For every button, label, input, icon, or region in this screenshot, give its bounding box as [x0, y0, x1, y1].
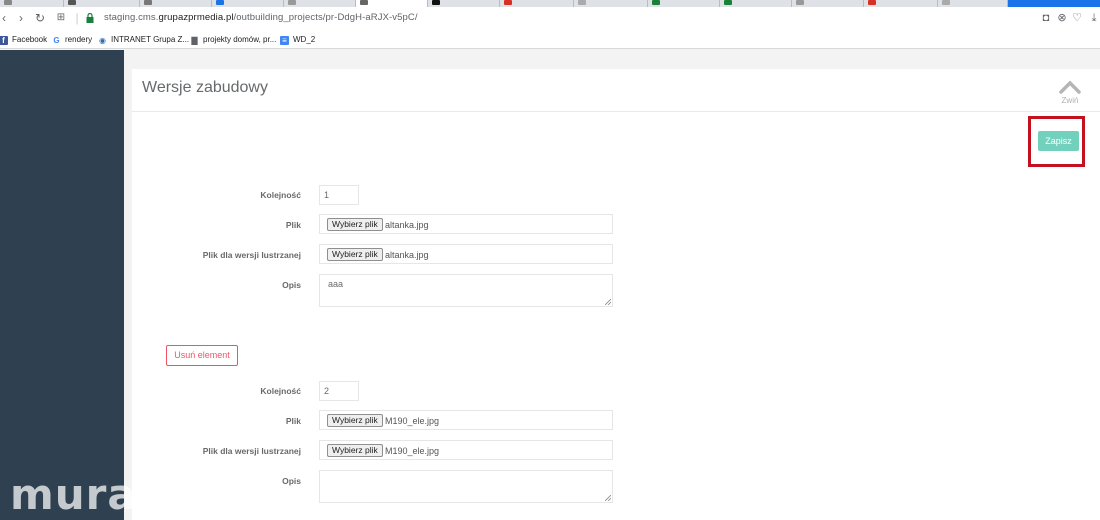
- panel-header: Wersje zabudowy Zwiń: [132, 69, 1100, 112]
- choose-file-button[interactable]: Wybierz plik: [327, 218, 383, 231]
- description-label: Opis: [282, 280, 301, 290]
- intranet-icon: ◉: [99, 36, 106, 45]
- file-name: altanka.jpg: [385, 250, 429, 260]
- bookmark-label: INTRANET Grupa Z...: [111, 35, 190, 44]
- mirror-file-input[interactable]: Wybierz plik M190_ele.jpg: [319, 440, 613, 460]
- remove-element-button[interactable]: Usuń element: [166, 345, 238, 366]
- browser-tab[interactable]: [864, 0, 938, 7]
- file-input[interactable]: Wybierz plik M190_ele.jpg: [319, 410, 613, 430]
- browser-tab[interactable]: [64, 0, 140, 7]
- bookmark-intranet[interactable]: ◉ INTRANET Grupa Z...: [98, 33, 189, 46]
- mirror-file-input[interactable]: Wybierz plik altanka.jpg: [319, 244, 613, 264]
- browser-tab[interactable]: [0, 0, 64, 7]
- description-label: Opis: [282, 476, 301, 486]
- url-field[interactable]: staging.cms.grupazprmedia.pl/outbuilding…: [104, 12, 418, 23]
- bookmark-label: WD_2: [293, 35, 316, 44]
- bookmark-rendery[interactable]: Grendery: [52, 33, 92, 46]
- browser-tab[interactable]: [938, 0, 1008, 7]
- url-prefix: staging.cms.: [104, 12, 159, 23]
- file-name: altanka.jpg: [385, 220, 429, 230]
- camera-icon[interactable]: ◘: [1040, 12, 1052, 24]
- file-label: Plik: [285, 220, 301, 230]
- google-icon: G: [53, 36, 60, 45]
- document-icon: ▇: [191, 36, 198, 45]
- bookmark-label: projekty domów, pr...: [203, 35, 277, 44]
- bookmark-label: rendery: [65, 35, 93, 44]
- browser-tab[interactable]: [648, 0, 720, 7]
- page-title: Wersje zabudowy: [142, 79, 268, 96]
- url-host: grupazprmedia.pl: [158, 12, 234, 23]
- collapse-button[interactable]: Zwiń: [1058, 79, 1082, 105]
- address-bar: ‹ › ↻ ⊞ | staging.cms.grupazprmedia.pl/o…: [0, 7, 1100, 30]
- browser-tab[interactable]: [720, 0, 792, 7]
- file-label: Plik: [285, 416, 301, 426]
- file-name: M190_ele.jpg: [385, 446, 440, 456]
- order-label: Kolejność: [260, 190, 301, 200]
- heart-icon[interactable]: ♡: [1071, 12, 1083, 24]
- bookmarks-bar: f Facebook Grendery ◉ INTRANET Grupa Z... …: [0, 30, 1100, 49]
- order-input[interactable]: 1: [319, 185, 359, 205]
- choose-file-button[interactable]: Wybierz plik: [327, 444, 383, 457]
- chevron-up-icon: [1059, 80, 1081, 94]
- mirror-file-label: Plik dla wersji lustrzanej: [202, 446, 301, 456]
- bookmark-label: Facebook: [12, 35, 48, 44]
- back-icon[interactable]: ‹: [0, 11, 11, 25]
- resize-handle-icon[interactable]: [605, 495, 611, 501]
- resize-handle-icon[interactable]: [605, 299, 611, 305]
- mirror-file-label: Plik dla wersji lustrzanej: [202, 250, 301, 260]
- browser-tab-active[interactable]: [356, 0, 428, 7]
- description-textarea[interactable]: [319, 470, 613, 503]
- browser-tab-strip: [0, 0, 1100, 7]
- separator: |: [75, 11, 79, 25]
- browser-tab[interactable]: [140, 0, 212, 7]
- choose-file-button[interactable]: Wybierz plik: [327, 248, 383, 261]
- description-textarea[interactable]: aaa: [319, 274, 613, 307]
- lock-icon[interactable]: [86, 13, 94, 23]
- browser-tab[interactable]: [792, 0, 864, 7]
- order-input[interactable]: 2: [319, 381, 359, 401]
- collapse-label: Zwiń: [1061, 96, 1079, 105]
- browser-tab[interactable]: [428, 0, 500, 7]
- new-tab-button[interactable]: [1008, 0, 1100, 7]
- choose-file-button[interactable]: Wybierz plik: [327, 414, 383, 427]
- sidebar: [0, 50, 124, 520]
- file-name: M190_ele.jpg: [385, 416, 440, 426]
- order-label: Kolejność: [260, 386, 301, 396]
- apps-icon[interactable]: ⊞: [54, 11, 68, 25]
- description-value: aaa: [328, 279, 344, 289]
- browser-tab[interactable]: [574, 0, 648, 7]
- docs-icon: ≡: [280, 36, 289, 45]
- facebook-icon: f: [0, 36, 8, 45]
- bookmark-facebook[interactable]: f Facebook: [0, 33, 47, 46]
- watermark-logo: mura: [10, 470, 137, 519]
- reload-icon[interactable]: ↻: [33, 11, 47, 25]
- browser-tab[interactable]: [500, 0, 574, 7]
- bookmark-wd2[interactable]: ≡ WD_2: [280, 33, 315, 46]
- download-icon[interactable]: ⤓: [1088, 12, 1100, 24]
- forward-icon[interactable]: ›: [14, 11, 28, 25]
- blocked-icon[interactable]: ⊗: [1056, 12, 1068, 24]
- url-path: /outbuilding_projects/pr-DdgH-aRJX-v5pC/: [233, 12, 418, 23]
- highlight-box: [1028, 116, 1085, 167]
- bookmark-projekty[interactable]: ▇ projekty domów, pr...: [190, 33, 276, 46]
- browser-tab[interactable]: [212, 0, 284, 7]
- file-input[interactable]: Wybierz plik altanka.jpg: [319, 214, 613, 234]
- browser-tab[interactable]: [284, 0, 356, 7]
